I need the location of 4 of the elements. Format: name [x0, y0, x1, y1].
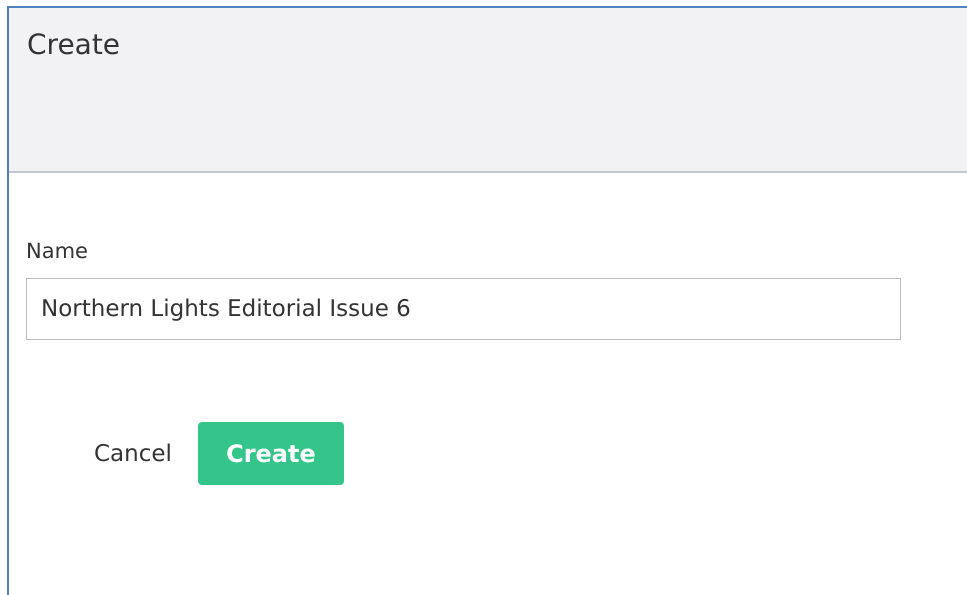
cancel-button[interactable]: Cancel: [94, 440, 172, 467]
field-label: Name: [26, 239, 88, 264]
dialog-title: Create: [27, 28, 122, 62]
name-input-field[interactable]: Northern Lights Editorial Issue 6: [26, 278, 901, 340]
